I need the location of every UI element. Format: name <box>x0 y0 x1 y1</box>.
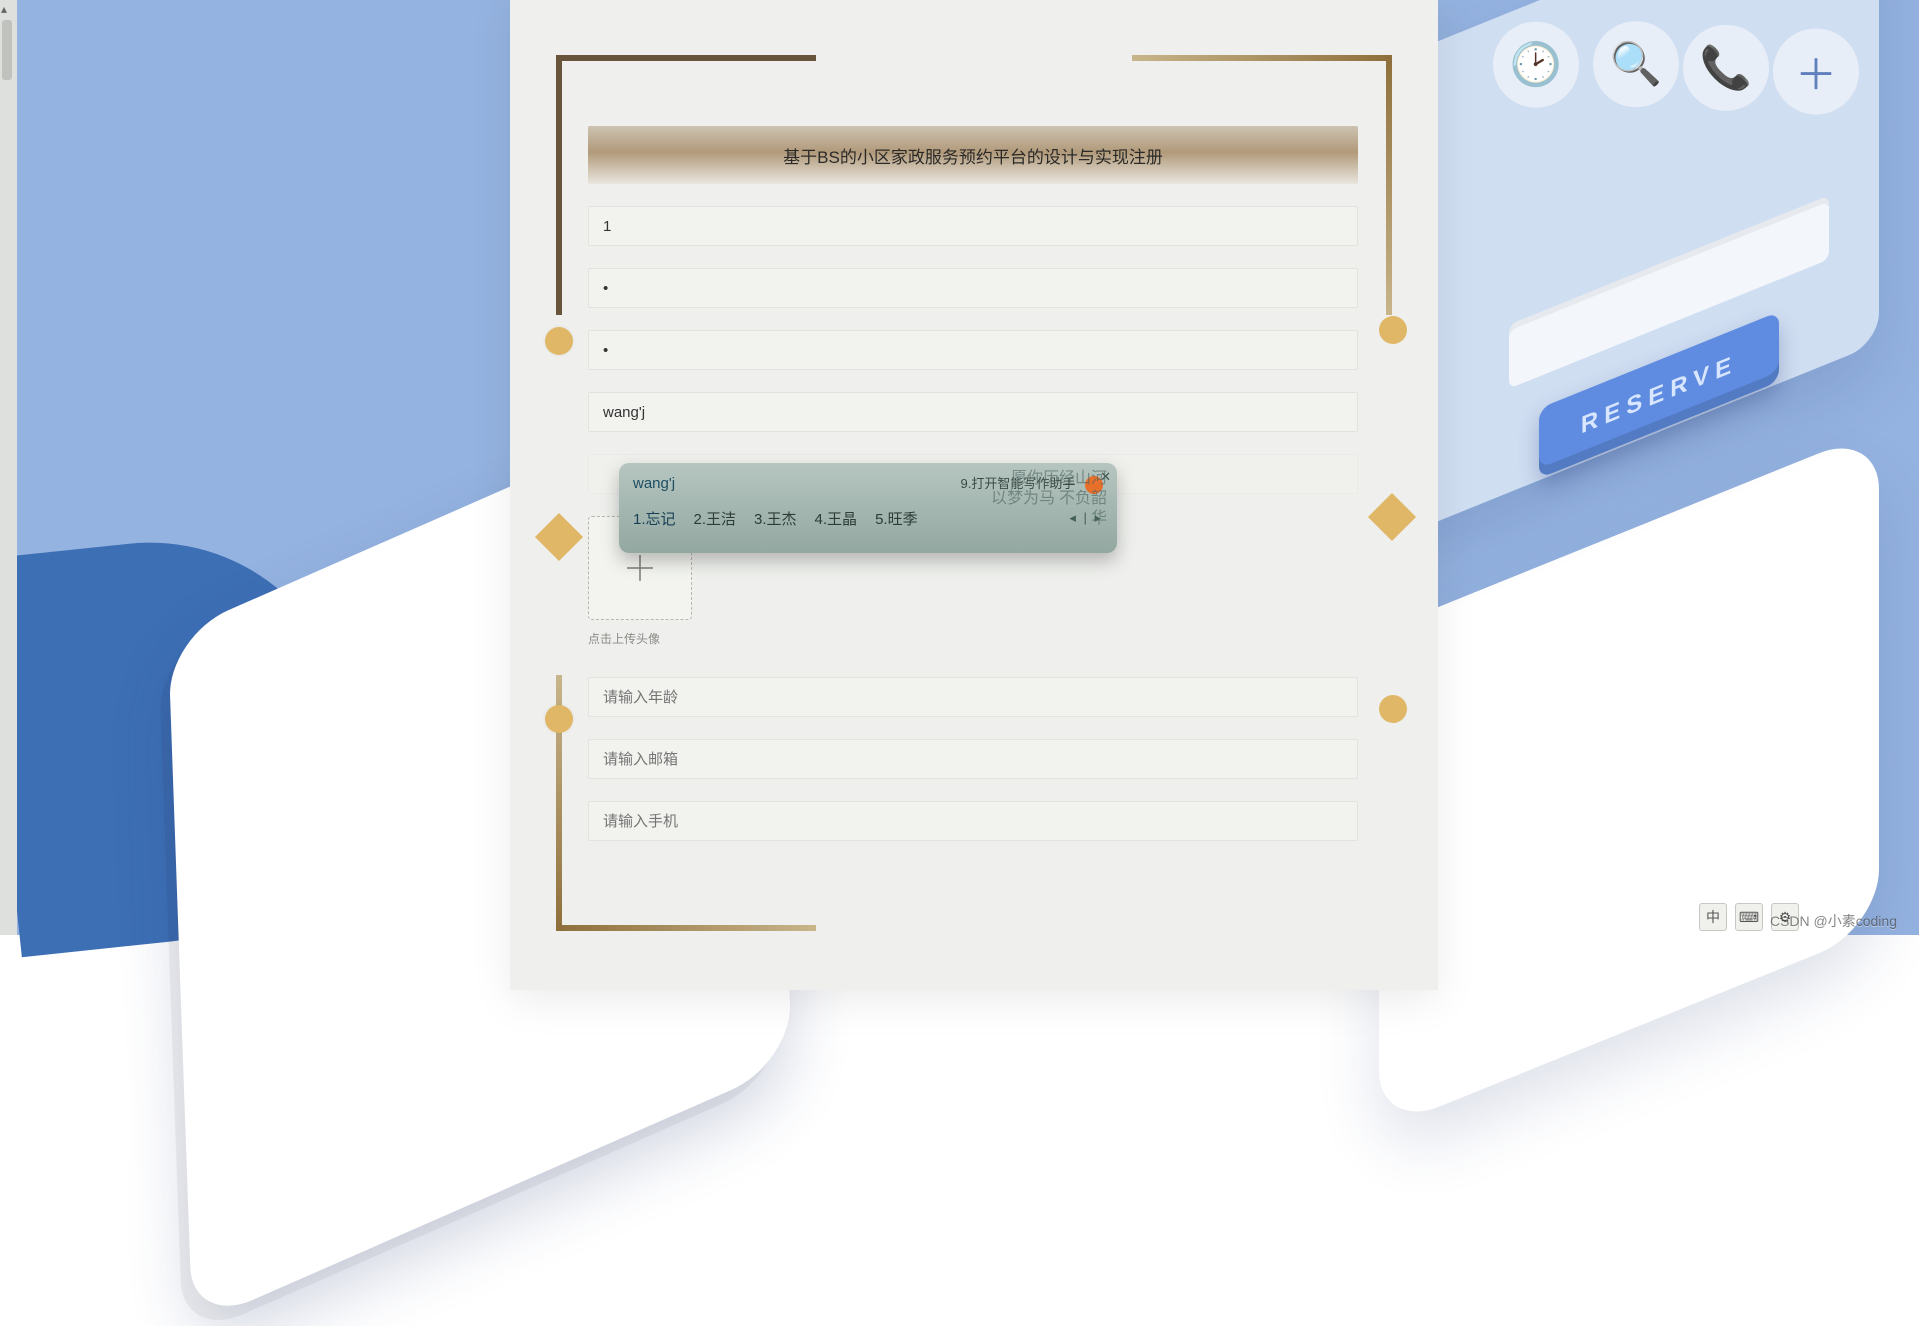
age-input[interactable] <box>588 677 1358 717</box>
phone-icon: 📞 <box>1683 25 1769 111</box>
ime-candidate-1[interactable]: 1.忘记 <box>633 508 676 529</box>
taskbar-icon[interactable]: ⌨ <box>1735 903 1763 931</box>
scroll-thumb[interactable] <box>2 20 12 80</box>
scroll-up-arrow-icon[interactable]: ▴ <box>1 2 7 16</box>
password-masked-value: • <box>603 280 608 297</box>
bg-illustration-panel: 🕑 🔍 📞 ＋ <box>1399 0 1879 537</box>
vertical-scrollbar[interactable]: ▴ <box>0 0 17 935</box>
plus-icon: ＋ <box>1773 28 1859 114</box>
ime-pager[interactable]: ◂ | ▸ <box>1069 510 1103 526</box>
ime-candidate-2[interactable]: 2.王洁 <box>694 508 737 529</box>
ime-pinyin: wang'j <box>633 475 675 492</box>
form-title: 基于BS的小区家政服务预约平台的设计与实现注册 <box>588 126 1358 184</box>
phone-input-field[interactable] <box>603 813 1343 830</box>
confirm-password-masked-value: • <box>603 342 608 359</box>
email-input[interactable] <box>588 739 1358 779</box>
bg-illustration-phone-right <box>1379 429 1879 1131</box>
ime-candidate-3[interactable]: 3.王杰 <box>754 508 797 529</box>
name-input-field[interactable] <box>603 404 1343 421</box>
ime-candidate-5[interactable]: 5.旺季 <box>875 508 918 529</box>
ime-candidate-popup[interactable]: ✕ wang'j 9.打开智能写作助手 1.忘记 2.王洁 3.王杰 4.王晶 … <box>619 463 1117 553</box>
password-input[interactable]: • <box>588 268 1358 308</box>
account-input[interactable] <box>588 206 1358 246</box>
name-input[interactable] <box>588 392 1358 432</box>
ime-close-icon[interactable]: ✕ <box>1100 469 1111 485</box>
ime-candidate-4[interactable]: 4.王晶 <box>815 508 858 529</box>
clock-icon: 🕑 <box>1493 22 1579 108</box>
avatar-upload-hint: 点击上传头像 <box>588 630 1358 647</box>
email-input-field[interactable] <box>603 751 1343 768</box>
phone-input[interactable] <box>588 801 1358 841</box>
ime-language-indicator[interactable]: 中 <box>1699 903 1727 931</box>
search-icon: 🔍 <box>1593 21 1679 107</box>
csdn-watermark: CSDN @小素coding <box>1770 911 1897 931</box>
plus-icon <box>623 551 657 585</box>
account-input-field[interactable] <box>603 218 1343 235</box>
confirm-password-input[interactable]: • <box>588 330 1358 370</box>
registration-form: 基于BS的小区家政服务预约平台的设计与实现注册 • • 点击上传头像 <box>588 30 1358 841</box>
age-input-field[interactable] <box>603 689 1343 706</box>
ime-assist-hint[interactable]: 9.打开智能写作助手 <box>961 473 1103 494</box>
